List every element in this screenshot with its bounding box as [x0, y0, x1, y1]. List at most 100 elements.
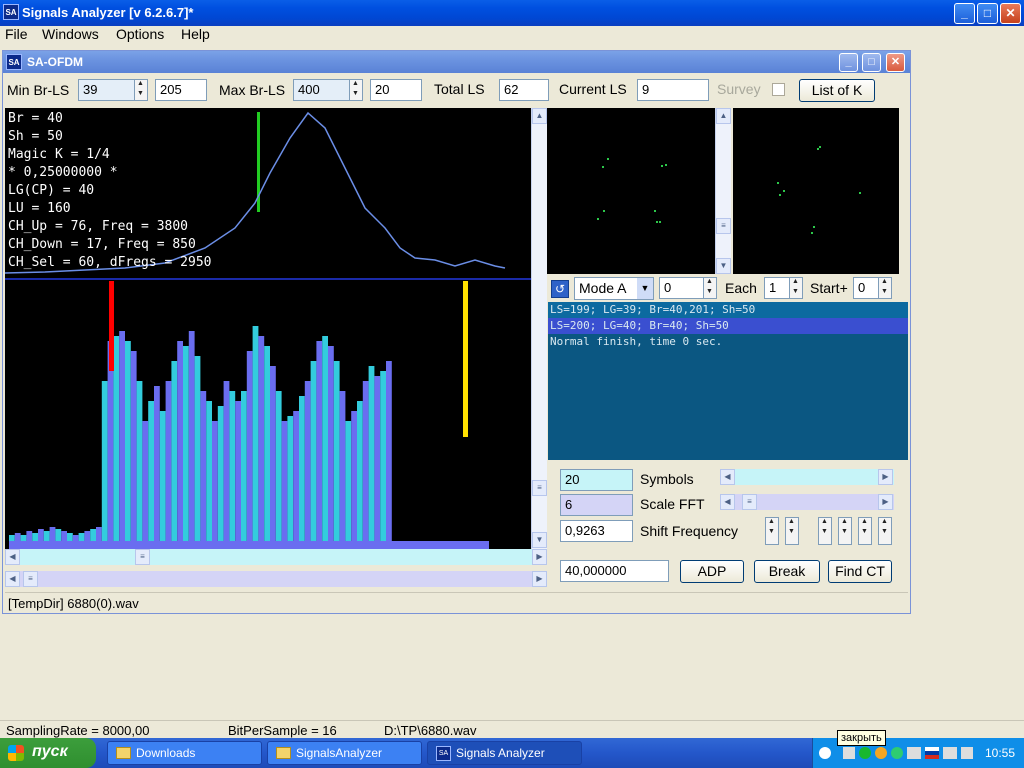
tray-app-icon[interactable]: [907, 747, 921, 759]
scroll-down-icon[interactable]: ▼: [532, 532, 547, 548]
survey-checkbox[interactable]: [772, 83, 785, 96]
shift-spinner-4[interactable]: [838, 517, 852, 545]
min-br-ls-spinner[interactable]: [134, 79, 148, 101]
mode-select[interactable]: Mode A ▼: [574, 277, 654, 300]
break-button[interactable]: Break: [754, 560, 820, 583]
scroll-left-icon[interactable]: ◀: [720, 494, 735, 510]
constellation-panel-2: [733, 108, 899, 274]
spectrum-bar: [136, 381, 143, 541]
max-br-ls-input[interactable]: 400: [293, 79, 351, 101]
spectrum-vscroll[interactable]: ▲ ≡ ▼: [531, 108, 547, 549]
log-panel: LS=199; LG=39; Br=40,201; Sh=50 LS=200; …: [548, 302, 908, 460]
menu-help[interactable]: Help: [181, 26, 210, 42]
shift-spinner-5[interactable]: [858, 517, 872, 545]
scroll-thumb[interactable]: ≡: [742, 494, 757, 510]
shift-spinner-1[interactable]: [765, 517, 779, 545]
spectrum-hscroll-2[interactable]: ◀ ≡ ▶: [5, 571, 547, 587]
constellation-point: [819, 146, 821, 148]
start-spinner[interactable]: [878, 277, 892, 299]
min-br-ls-input[interactable]: 39: [78, 79, 136, 101]
each-input[interactable]: 1: [764, 277, 790, 299]
max-br-ls-label: Max Br-LS: [219, 82, 286, 98]
arrow-icon[interactable]: [819, 747, 831, 759]
total-ls-value: 62: [499, 79, 549, 101]
child-close-button[interactable]: ✕: [886, 53, 905, 72]
menu-windows[interactable]: Windows: [42, 26, 99, 42]
scroll-right-icon[interactable]: ▶: [878, 494, 893, 510]
app-icon: SA: [436, 746, 451, 761]
language-flag-icon[interactable]: [925, 747, 939, 759]
each-spinner[interactable]: [789, 277, 803, 299]
mode-value: Mode A: [579, 280, 627, 296]
tray-app-icon[interactable]: [891, 747, 903, 759]
start-button[interactable]: пуск: [0, 738, 96, 768]
spectrum-bar: [148, 401, 154, 541]
scroll-down-icon[interactable]: ▼: [716, 258, 731, 274]
spectrum-bar: [9, 535, 15, 541]
tray-app-icon[interactable]: [875, 747, 887, 759]
child-maximize-button[interactable]: □: [862, 53, 881, 72]
chevron-down-icon[interactable]: ▼: [637, 278, 653, 299]
volume-icon[interactable]: [961, 747, 973, 759]
scroll-thumb[interactable]: ≡: [135, 549, 150, 565]
shift-spinner-2[interactable]: [785, 517, 799, 545]
menu-options[interactable]: Options: [116, 26, 164, 42]
scroll-left-icon[interactable]: ◀: [5, 549, 20, 565]
scroll-right-icon[interactable]: ▶: [532, 571, 547, 587]
child-minimize-button[interactable]: _: [839, 53, 858, 72]
spectrum-bar: [55, 529, 62, 541]
spectrum-bar: [386, 361, 392, 541]
minimize-button[interactable]: _: [954, 3, 975, 24]
scroll-thumb[interactable]: ≡: [716, 218, 731, 234]
symbols-slider[interactable]: ◀ ▶: [720, 469, 894, 485]
spectrum-bar: [43, 531, 50, 541]
spectrum-bar: [374, 376, 381, 541]
frequency-input[interactable]: 40,000000: [560, 560, 669, 582]
tray-app-icon[interactable]: [843, 747, 855, 759]
maximize-button[interactable]: □: [977, 3, 998, 24]
spectrum-bar: [264, 346, 270, 541]
tray-check-icon[interactable]: [859, 747, 871, 759]
spectrum-bar: [368, 366, 375, 541]
symbols-input[interactable]: 20: [560, 469, 633, 491]
spectrum-bar: [177, 341, 183, 541]
start-input[interactable]: 0: [853, 277, 879, 299]
mode-number-spinner[interactable]: [703, 277, 717, 299]
each-label: Each: [725, 280, 757, 296]
spectrum-baseline: [9, 541, 489, 549]
file-path: D:\TP\6880.wav: [384, 723, 477, 738]
refresh-icon[interactable]: ↺: [551, 280, 569, 298]
close-button[interactable]: ✕: [1000, 3, 1021, 24]
max-br-ls-spinner[interactable]: [349, 79, 363, 101]
spectrum-bar: [310, 361, 317, 541]
spectrum-bar: [38, 529, 44, 541]
task-downloads[interactable]: Downloads: [107, 741, 262, 765]
scroll-up-icon[interactable]: ▲: [532, 108, 547, 124]
scale-fft-slider[interactable]: ◀ ≡ ▶: [720, 494, 894, 510]
network-icon[interactable]: [943, 747, 957, 759]
task-signals-analyzer[interactable]: SA Signals Analyzer: [427, 741, 582, 765]
task-signalsanalyzer-folder[interactable]: SignalsAnalyzer: [267, 741, 422, 765]
scroll-thumb[interactable]: ≡: [532, 480, 547, 496]
constellation-vscroll[interactable]: ▲ ≡ ▼: [715, 108, 731, 274]
scale-fft-input[interactable]: 6: [560, 494, 633, 516]
spectrum-hscroll[interactable]: ◀ ≡ ▶: [5, 549, 547, 565]
shift-spinner-3[interactable]: [818, 517, 832, 545]
shift-frequency-input[interactable]: 0,9263: [560, 520, 633, 542]
mode-number-input[interactable]: 0: [659, 277, 705, 299]
spectrum-bar: [333, 361, 340, 541]
scroll-thumb[interactable]: ≡: [23, 571, 38, 587]
scroll-right-icon[interactable]: ▶: [532, 549, 547, 565]
scroll-right-icon[interactable]: ▶: [878, 469, 893, 485]
scroll-left-icon[interactable]: ◀: [720, 469, 735, 485]
shift-spinner-6[interactable]: [878, 517, 892, 545]
scroll-up-icon[interactable]: ▲: [716, 108, 731, 124]
adp-button[interactable]: ADP: [680, 560, 744, 583]
constellation-point: [859, 192, 861, 194]
menu-file[interactable]: File: [5, 26, 28, 42]
task-label: SignalsAnalyzer: [296, 746, 383, 760]
info-line: CH_Down = 17, Freq = 850: [8, 237, 196, 252]
scroll-left-icon[interactable]: ◀: [5, 571, 20, 587]
find-ct-button[interactable]: Find CT: [828, 560, 892, 583]
list-of-k-button[interactable]: List of K: [799, 79, 875, 102]
